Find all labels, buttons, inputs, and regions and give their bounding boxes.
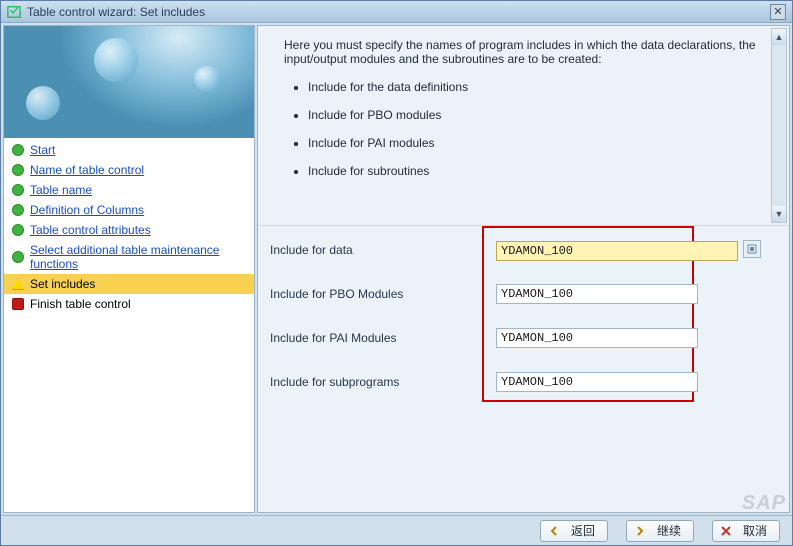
continue-button[interactable]: 继续 bbox=[626, 520, 694, 542]
left-panel: Start Name of table control Table name D… bbox=[3, 25, 255, 513]
step-finish-table-control[interactable]: Finish table control bbox=[4, 294, 254, 314]
input-include-for-pai[interactable] bbox=[496, 328, 698, 348]
instructions-scrollbar[interactable]: ▲ ▼ bbox=[771, 28, 787, 223]
back-icon bbox=[545, 523, 563, 539]
scroll-track[interactable] bbox=[772, 45, 786, 206]
scroll-up-button[interactable]: ▲ bbox=[772, 29, 786, 45]
step-start[interactable]: Start bbox=[4, 140, 254, 160]
step-table-name[interactable]: Table name bbox=[4, 180, 254, 200]
app-icon bbox=[7, 5, 21, 19]
cancel-icon bbox=[717, 523, 735, 539]
back-button[interactable]: 返回 bbox=[540, 520, 608, 542]
close-button[interactable]: ✕ bbox=[770, 4, 786, 20]
wizard-window: Table control wizard: Set includes ✕ Sta… bbox=[0, 0, 793, 546]
titlebar: Table control wizard: Set includes ✕ bbox=[1, 1, 792, 23]
back-label: 返回 bbox=[571, 522, 595, 539]
label-include-for-pbo: Include for PBO Modules bbox=[270, 287, 496, 301]
label-include-for-pai: Include for PAI Modules bbox=[270, 331, 496, 345]
row-include-for-subprograms: Include for subprograms bbox=[270, 370, 777, 394]
label-include-for-subprograms: Include for subprograms bbox=[270, 375, 496, 389]
step-table-control-attributes[interactable]: Table control attributes bbox=[4, 220, 254, 240]
cancel-button[interactable]: 取消 bbox=[712, 520, 780, 542]
step-set-includes[interactable]: Set includes bbox=[4, 274, 254, 294]
row-include-for-data: Include for data bbox=[270, 238, 777, 262]
footer-toolbar: 返回 继续 取消 bbox=[1, 515, 792, 545]
instructions-intro: Here you must specify the names of progr… bbox=[284, 38, 763, 66]
instruction-bullet: Include for the data definitions bbox=[308, 80, 763, 94]
row-include-for-pai: Include for PAI Modules bbox=[270, 326, 777, 350]
instruction-bullet: Include for PBO modules bbox=[308, 108, 763, 122]
right-panel: Here you must specify the names of progr… bbox=[257, 25, 790, 513]
step-select-additional-functions[interactable]: Select additional table maintenance func… bbox=[4, 240, 254, 274]
instructions-pane: Here you must specify the names of progr… bbox=[258, 26, 789, 226]
cancel-label: 取消 bbox=[743, 522, 767, 539]
scroll-down-button[interactable]: ▼ bbox=[772, 206, 786, 222]
input-include-for-data[interactable] bbox=[496, 241, 738, 261]
instruction-bullet: Include for subroutines bbox=[308, 164, 763, 178]
step-name-of-table-control[interactable]: Name of table control bbox=[4, 160, 254, 180]
instructions-list: Include for the data definitions Include… bbox=[308, 80, 763, 178]
input-include-for-subprograms[interactable] bbox=[496, 372, 698, 392]
wizard-steps-list: Start Name of table control Table name D… bbox=[4, 138, 254, 512]
content-area: Start Name of table control Table name D… bbox=[1, 23, 792, 515]
step-definition-of-columns[interactable]: Definition of Columns bbox=[4, 200, 254, 220]
instruction-bullet: Include for PAI modules bbox=[308, 136, 763, 150]
includes-form: Include for data Include for PBO Modules… bbox=[258, 226, 789, 512]
continue-label: 继续 bbox=[657, 522, 681, 539]
continue-icon bbox=[631, 523, 649, 539]
input-include-for-pbo[interactable] bbox=[496, 284, 698, 304]
row-include-for-pbo: Include for PBO Modules bbox=[270, 282, 777, 306]
wizard-banner-image bbox=[4, 26, 254, 138]
label-include-for-data: Include for data bbox=[270, 243, 496, 257]
window-title: Table control wizard: Set includes bbox=[27, 5, 770, 19]
f4-help-button[interactable] bbox=[743, 240, 761, 258]
